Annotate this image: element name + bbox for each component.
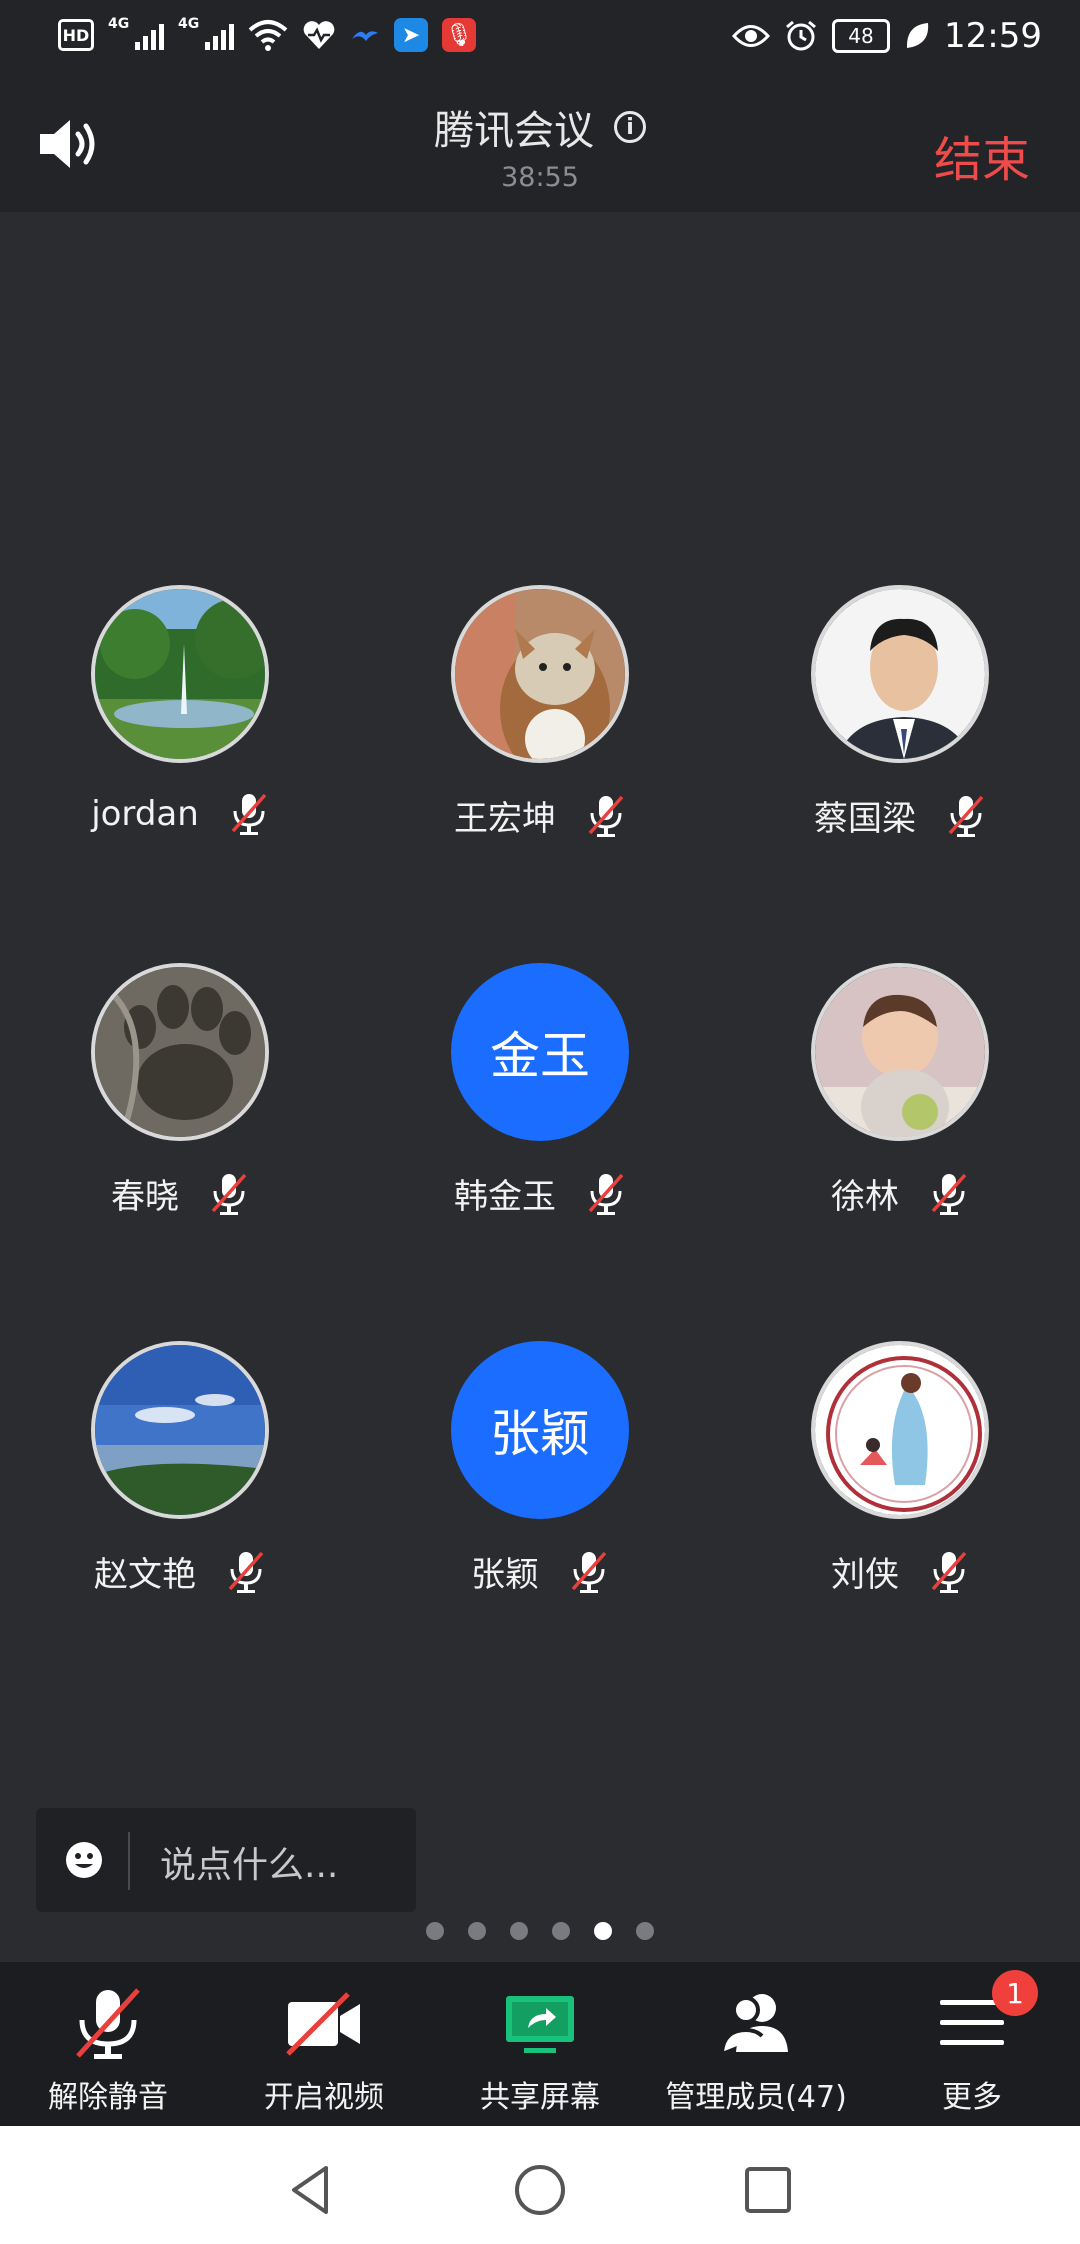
page-dot[interactable]	[636, 1922, 654, 1940]
share-screen-icon	[506, 1996, 574, 2053]
home-icon[interactable]	[510, 2160, 570, 2220]
participant-name: 蔡国梁	[814, 799, 916, 839]
participant-tile[interactable]: 刘侠	[720, 1341, 1080, 1641]
avatar-initials: 张颖	[490, 1405, 590, 1463]
back-icon[interactable]	[282, 2160, 342, 2220]
recents-icon[interactable]	[738, 2160, 798, 2220]
mic-muted-icon	[588, 1173, 624, 1215]
members-icon	[720, 1994, 788, 2053]
meeting-title-area[interactable]: 腾讯会议 i	[0, 98, 1080, 156]
cell-signal-icon-2: 4G	[178, 16, 234, 52]
network-type-label-2: 4G	[178, 16, 200, 32]
participant-name: 张颖	[471, 1555, 539, 1595]
participant-tile[interactable]: 徐林	[720, 963, 1080, 1263]
meeting-header: 腾讯会议 i 38:55 结束	[0, 78, 1080, 212]
unmute-label: 解除静音	[48, 2080, 168, 2115]
mic-muted-icon	[588, 795, 624, 837]
avatar	[451, 585, 629, 763]
wifi-icon	[248, 20, 288, 51]
participant-tile[interactable]: 蔡国梁	[720, 585, 1080, 885]
avatar	[91, 963, 269, 1141]
participant-tile[interactable]: jordan	[0, 585, 360, 885]
participant-name: 春晓	[111, 1177, 179, 1217]
more-button[interactable]: 1 更多	[864, 1962, 1080, 2126]
info-icon[interactable]: i	[614, 111, 646, 143]
battery-level: 48	[848, 24, 874, 48]
chat-placeholder: 说点什么...	[160, 1845, 339, 1886]
participant-tile[interactable]: 金玉 韩金玉	[360, 963, 720, 1263]
manage-members-button[interactable]: 管理成员(47)	[648, 1962, 864, 2126]
more-label: 更多	[942, 2080, 1002, 2115]
start-video-button[interactable]: 开启视频	[216, 1962, 432, 2126]
system-nav-bar	[0, 2126, 1080, 2244]
participant-name: 赵文艳	[94, 1555, 196, 1595]
participant-tile[interactable]: 赵文艳	[0, 1341, 360, 1641]
participant-name: 徐林	[831, 1177, 899, 1217]
avatar	[91, 1341, 269, 1519]
avatar: 金玉	[451, 963, 629, 1141]
avatar	[91, 585, 269, 763]
network-type-label: 4G	[108, 16, 130, 32]
avatar-initials: 金玉	[490, 1027, 590, 1085]
eye-icon	[732, 25, 771, 47]
mic-muted-icon	[76, 1988, 140, 2059]
mic-muted-icon	[211, 1173, 247, 1215]
heart-health-icon	[303, 21, 335, 49]
participant-tile[interactable]: 王宏坤	[360, 585, 720, 885]
battery-icon: 48	[832, 19, 891, 53]
recorder-app-icon: 🎙	[442, 18, 476, 52]
mic-muted-icon	[571, 1551, 607, 1593]
feishu-app-icon: ➤	[394, 18, 428, 52]
participant-name: jordan	[91, 794, 199, 834]
page-dot[interactable]	[510, 1922, 528, 1940]
hd-label: HD	[62, 25, 90, 45]
unmute-button[interactable]: 解除静音	[0, 1962, 216, 2126]
participant-tile[interactable]: 张颖 张颖	[360, 1341, 720, 1641]
bird-app-icon	[352, 31, 378, 41]
mic-muted-icon	[228, 1551, 264, 1593]
avatar	[811, 1341, 989, 1519]
leaf-icon	[906, 23, 929, 48]
status-bar: HD 4G 4G ➤ 🎙 48 12:59	[0, 0, 1080, 78]
page-indicator	[0, 1922, 1080, 1940]
mic-muted-icon	[931, 1173, 967, 1215]
chat-input[interactable]: 说点什么...	[36, 1808, 416, 1912]
video-off-icon	[286, 1992, 360, 2056]
page-dot[interactable]	[426, 1922, 444, 1940]
manage-members-label: 管理成员(47)	[665, 2080, 847, 2115]
alarm-icon	[786, 20, 816, 51]
participant-name: 韩金玉	[454, 1177, 556, 1217]
end-meeting-button[interactable]: 结束	[934, 120, 1030, 190]
emoji-icon[interactable]	[64, 1840, 104, 1880]
participant-tile[interactable]: 春晓	[0, 963, 360, 1263]
page-dot-active[interactable]	[594, 1922, 612, 1940]
participant-name: 刘侠	[831, 1555, 899, 1595]
divider	[128, 1832, 130, 1890]
avatar: 张颖	[451, 1341, 629, 1519]
share-screen-button[interactable]: 共享屏幕	[432, 1962, 648, 2126]
mic-muted-icon	[231, 793, 267, 835]
share-screen-label: 共享屏幕	[480, 2080, 600, 2115]
meeting-timer: 38:55	[501, 162, 579, 193]
page-dot[interactable]	[552, 1922, 570, 1940]
mic-muted-icon	[948, 795, 984, 837]
meeting-toolbar: 解除静音 开启视频 共享屏幕 管理成员(47) 1 更多	[0, 1962, 1080, 2126]
start-video-label: 开启视频	[264, 2080, 384, 2115]
avatar	[811, 963, 989, 1141]
clock-time: 12:59	[944, 16, 1042, 56]
page-dot[interactable]	[468, 1922, 486, 1940]
meeting-title: 腾讯会议	[434, 108, 594, 154]
mic-muted-icon	[931, 1551, 967, 1593]
participant-name: 王宏坤	[454, 799, 556, 839]
avatar	[811, 585, 989, 763]
notification-badge: 1	[992, 1970, 1038, 2016]
hd-voice-icon: HD	[58, 19, 94, 51]
cell-signal-icon: 4G	[108, 16, 164, 52]
